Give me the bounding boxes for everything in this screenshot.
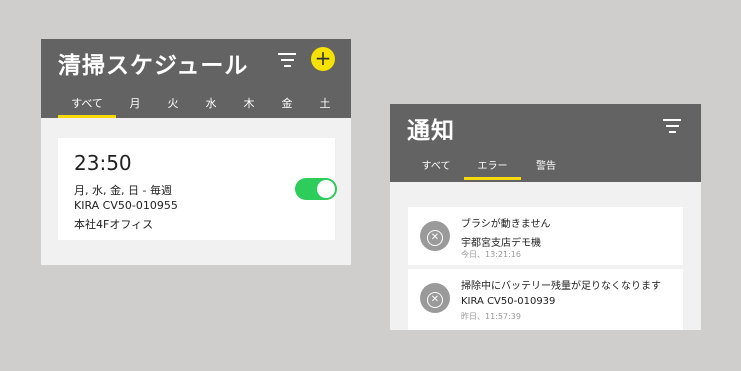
notification-item[interactable]: ✕ ブラシが動きません 宇都宮支店デモ機 今日、13:21:16 [408,207,683,265]
tab-fri[interactable]: 金 [268,91,306,118]
schedule-panel: 清掃スケジュール + すべて 月 火 水 木 金 土 23:50 月, 水, 金… [41,39,351,265]
tab-wed[interactable]: 水 [192,91,230,118]
tab-all[interactable]: すべて [416,154,456,180]
tab-all[interactable]: すべて [58,91,116,118]
active-tab-indicator [464,177,521,180]
notification-message: 掃除中にバッテリー残量が足りなくなります [461,281,661,292]
toggle-knob [317,180,335,198]
notifications-panel: 通知 すべて エラー 警告 ✕ ブラシが動きません 宇都宮支店デモ機 今日、13… [390,104,701,330]
tab-sat[interactable]: 土 [306,91,344,118]
tab-tue[interactable]: 火 [154,91,192,118]
day-tabs: すべて 月 火 水 木 金 土 [41,91,351,118]
notification-time: 昨日、11:57:39 [461,312,521,321]
schedule-title: 清掃スケジュール [58,53,249,79]
filter-icon[interactable] [277,53,297,71]
tab-error[interactable]: エラー [464,154,521,180]
notification-tabs: すべて エラー 警告 [390,154,701,182]
tab-thu[interactable]: 木 [230,91,268,118]
filter-icon[interactable] [662,119,682,137]
plus-icon: + [314,46,332,70]
active-tab-indicator [58,115,116,118]
tab-warning[interactable]: 警告 [528,154,564,180]
notifications-title: 通知 [407,118,455,144]
error-icon: ✕ [420,283,450,313]
notification-time: 今日、13:21:16 [461,250,521,259]
schedule-device: KIRA CV50-010955 [74,199,178,212]
tab-mon[interactable]: 月 [116,91,154,118]
schedule-toggle[interactable] [295,178,337,200]
schedule-days: 月, 水, 金, 日 - 毎週 [74,184,172,197]
error-icon: ✕ [420,221,450,251]
schedule-time: 23:50 [74,151,132,175]
notification-device: KIRA CV50-010939 [461,296,556,307]
notifications-header: 通知 すべて エラー 警告 [390,104,701,182]
tab-error-label: エラー [477,161,508,172]
add-schedule-button[interactable]: + [311,47,335,71]
notification-item[interactable]: ✕ 掃除中にバッテリー残量が足りなくなります KIRA CV50-010939 … [408,269,683,330]
notification-message: ブラシが動きません [461,219,551,230]
schedule-header: 清掃スケジュール + すべて 月 火 水 木 金 土 [41,39,351,118]
schedule-location: 本社4Fオフィス [74,218,154,231]
schedule-card[interactable]: 23:50 月, 水, 金, 日 - 毎週 KIRA CV50-010955 本… [58,138,337,240]
notification-device: 宇都宮支店デモ機 [461,238,541,249]
